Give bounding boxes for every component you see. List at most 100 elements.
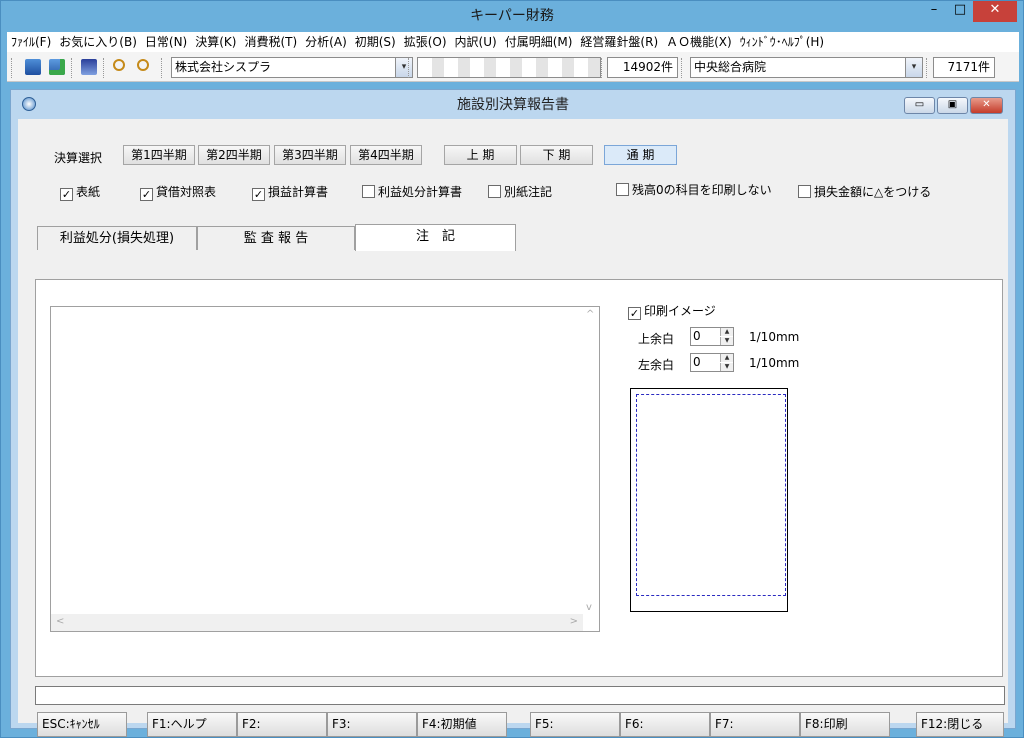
q2-button[interactable]: 第2四半期 bbox=[198, 145, 270, 165]
hospital-select[interactable]: 中央総合病院 ▾ bbox=[690, 57, 923, 78]
check-cover[interactable]: ✓ 表紙 bbox=[60, 185, 100, 201]
check-loss-triangle-label: 損失金額に△をつける bbox=[814, 185, 932, 199]
menu-initial[interactable]: 初期(S) bbox=[351, 32, 400, 52]
checkbox-print-image[interactable]: ✓ bbox=[628, 307, 641, 320]
checkbox-separate-notes[interactable] bbox=[488, 185, 501, 198]
f5-button[interactable]: F5: bbox=[530, 712, 620, 737]
check-profit-appropriation-label: 利益処分計算書 bbox=[378, 185, 463, 199]
check-print-image[interactable]: ✓ 印刷イメージ bbox=[628, 304, 716, 320]
checkbox-skip-zero[interactable] bbox=[616, 183, 629, 196]
blurred-field bbox=[417, 57, 601, 78]
menu-compass[interactable]: 経営羅針盤(R) bbox=[576, 32, 662, 52]
child-close-button[interactable]: ✕ bbox=[970, 97, 1003, 114]
toolbar-separator bbox=[601, 58, 603, 78]
toolbar-separator bbox=[408, 58, 410, 78]
menu-file[interactable]: ﾌｧｲﾙ(F) bbox=[7, 32, 55, 52]
maximize-button[interactable]: □ bbox=[947, 1, 973, 21]
scroll-down-icon[interactable]: v bbox=[586, 602, 592, 613]
toolbar-separator bbox=[71, 58, 73, 78]
menu-extend[interactable]: 拡張(O) bbox=[400, 32, 451, 52]
second-half-button[interactable]: 下 期 bbox=[520, 145, 593, 165]
close-button[interactable]: ✕ bbox=[973, 1, 1017, 22]
chevron-down-icon[interactable]: ▾ bbox=[905, 58, 922, 77]
app-window: キーパー財務 – □ ✕ ﾌｧｲﾙ(F) お気に入り(B) 日常(N) 決算(K) 消費… bbox=[0, 0, 1024, 738]
f8-print-button[interactable]: F8:印刷 bbox=[800, 712, 890, 737]
check-separate-notes-label: 別紙注記 bbox=[504, 185, 553, 199]
check-loss-triangle[interactable]: 損失金額に△をつける bbox=[798, 185, 931, 199]
top-margin-unit: 1/10mm bbox=[749, 330, 800, 344]
left-margin-label: 左余白 bbox=[638, 358, 675, 372]
checkbox-loss-triangle[interactable] bbox=[798, 185, 811, 198]
top-margin-label: 上余白 bbox=[638, 332, 675, 346]
menu-ao[interactable]: ＡＯ機能(X) bbox=[662, 32, 736, 52]
check-separate-notes[interactable]: 別紙注記 bbox=[488, 185, 552, 199]
menu-settlement[interactable]: 決算(K) bbox=[191, 32, 240, 52]
full-year-button[interactable]: 通 期 bbox=[604, 145, 677, 165]
f2-button[interactable]: F2: bbox=[237, 712, 327, 737]
spin-down-icon[interactable]: ▼ bbox=[720, 337, 733, 345]
vertical-scrollbar[interactable]: ^ v bbox=[582, 307, 599, 615]
f3-button[interactable]: F3: bbox=[327, 712, 417, 737]
q3-button[interactable]: 第3四半期 bbox=[274, 145, 346, 165]
q1-button[interactable]: 第1四半期 bbox=[123, 145, 195, 165]
menu-bar: ﾌｧｲﾙ(F) お気に入り(B) 日常(N) 決算(K) 消費税(T) 分析(A) 初期(S… bbox=[7, 32, 1019, 52]
toolbar-separator bbox=[103, 58, 105, 78]
checkbox-income-statement[interactable]: ✓ bbox=[252, 188, 265, 201]
left-margin-spinner[interactable]: 0 ▲ ▼ bbox=[690, 353, 734, 372]
f7-button[interactable]: F7: bbox=[710, 712, 800, 737]
menu-analysis[interactable]: 分析(A) bbox=[301, 32, 351, 52]
app-title: キーパー財務 bbox=[470, 8, 554, 24]
first-half-button[interactable]: 上 期 bbox=[444, 145, 517, 165]
check-skip-zero[interactable]: 残高0の科目を印刷しない bbox=[616, 183, 772, 197]
scroll-left-icon[interactable]: < bbox=[56, 616, 64, 627]
check-balance-sheet-label: 貸借対照表 bbox=[156, 185, 217, 199]
child-maximize-button[interactable]: ▣ bbox=[937, 97, 968, 114]
check-income-statement[interactable]: ✓ 損益計算書 bbox=[252, 185, 328, 201]
f6-button[interactable]: F6: bbox=[620, 712, 710, 737]
spin-down-icon[interactable]: ▼ bbox=[720, 363, 733, 371]
menu-daily[interactable]: 日常(N) bbox=[141, 32, 191, 52]
menu-favorites[interactable]: お気に入り(B) bbox=[55, 32, 141, 52]
left-margin-value: 0 bbox=[693, 355, 701, 369]
check-profit-appropriation[interactable]: 利益処分計算書 bbox=[362, 185, 462, 199]
notes-panel: ^ v < > ✓ 印刷イメージ 上余白 0 ▲ ▼ 1/10mm 左余白 0 … bbox=[35, 279, 1003, 677]
monitor-icon[interactable] bbox=[25, 59, 41, 75]
zoom-out-icon[interactable] bbox=[137, 59, 149, 71]
scroll-up-icon[interactable]: ^ bbox=[586, 309, 594, 320]
minimize-button[interactable]: – bbox=[921, 1, 947, 21]
notes-textarea[interactable]: ^ v < > bbox=[50, 306, 600, 632]
checkbox-cover[interactable]: ✓ bbox=[60, 188, 73, 201]
toolbar-grip bbox=[11, 58, 13, 78]
f1-help-button[interactable]: F1:ヘルプ bbox=[147, 712, 237, 737]
check-balance-sheet[interactable]: ✓ 貸借対照表 bbox=[140, 185, 216, 201]
menu-consumption-tax[interactable]: 消費税(T) bbox=[240, 32, 301, 52]
report-window: 施設別決算報告書 ▭ ▣ ✕ 決算選択 第1四半期 第2四半期 第3四半期 第4… bbox=[10, 89, 1016, 737]
q4-button[interactable]: 第4四半期 bbox=[350, 145, 422, 165]
child-minimize-button[interactable]: ▭ bbox=[904, 97, 935, 114]
image-icon[interactable] bbox=[81, 59, 97, 75]
tab-audit-report[interactable]: 監 査 報 告 bbox=[197, 226, 355, 250]
zoom-in-icon[interactable] bbox=[113, 59, 125, 71]
menu-schedule[interactable]: 付属明細(M) bbox=[501, 32, 577, 52]
toolbar-separator bbox=[926, 58, 928, 78]
horizontal-scrollbar[interactable]: < > bbox=[51, 614, 583, 631]
check-print-image-label: 印刷イメージ bbox=[644, 304, 716, 318]
company-select[interactable]: 株式会社シスプラ ▾ bbox=[171, 57, 413, 78]
checkbox-balance-sheet[interactable]: ✓ bbox=[140, 188, 153, 201]
tab-notes[interactable]: 注 記 bbox=[355, 224, 516, 251]
f4-initial-button[interactable]: F4:初期値 bbox=[417, 712, 507, 737]
report-window-title: 施設別決算報告書 bbox=[457, 97, 569, 113]
kessan-select-label: 決算選択 bbox=[54, 151, 103, 165]
esc-cancel-button[interactable]: ESC:ｷｬﾝｾﾙ bbox=[37, 712, 127, 737]
menu-window-help[interactable]: ｳｨﾝﾄﾞｳ･ﾍﾙﾌﾟ(H) bbox=[736, 32, 828, 52]
f12-close-button[interactable]: F12:閉じる bbox=[916, 712, 1004, 737]
monitor-add-icon[interactable] bbox=[49, 59, 65, 75]
top-margin-spinner[interactable]: 0 ▲ ▼ bbox=[690, 327, 734, 346]
tab-profit-appropriation[interactable]: 利益処分(損失処理) bbox=[37, 226, 197, 250]
check-income-statement-label: 損益計算書 bbox=[268, 185, 329, 199]
spin-up-icon[interactable]: ▲ bbox=[720, 328, 733, 336]
checkbox-profit-appropriation[interactable] bbox=[362, 185, 375, 198]
menu-breakdown[interactable]: 内訳(U) bbox=[451, 32, 501, 52]
spin-up-icon[interactable]: ▲ bbox=[720, 354, 733, 362]
scroll-right-icon[interactable]: > bbox=[570, 616, 578, 627]
